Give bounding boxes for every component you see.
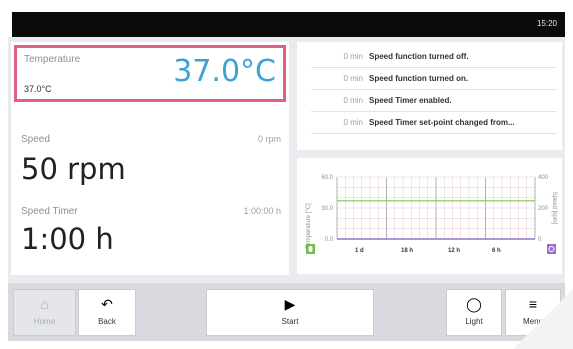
y-left-tick: 30.0 [321,206,333,212]
speed-tile[interactable]: Speed 0 rpm 50 rpm [11,108,289,186]
corner-decoration [513,289,573,349]
start-button[interactable]: ▶ Start [206,289,374,336]
light-label: Light [465,317,483,326]
log-message: Speed function turned off. [369,52,469,61]
y-right-tick: 0 [538,237,542,243]
speed-icon [547,244,556,254]
temperature-label: Temperature [24,54,81,65]
light-button[interactable]: ◯ Light [446,289,502,336]
temperature-setpoint: 37.0°C [24,84,52,94]
chart-grid [336,176,536,240]
thermometer-icon-glyph [308,246,313,252]
log-row: 0 min Speed Timer enabled. [311,90,557,112]
home-label: Home [33,317,56,326]
status-bar: 15:20 [12,12,565,37]
log-message: Speed Timer set-point changed from... [369,118,515,127]
event-log[interactable]: 0 min Speed function turned off. 0 min S… [297,42,562,150]
back-arrow-icon: ↶ [101,296,113,312]
log-time: 0 min [343,52,363,61]
y-left-tick: 60.0 [321,175,333,181]
temperature-value: 37.0°C [173,54,276,89]
y-right-tick: 200 [538,206,549,212]
chart-svg: Temperature [°C] Speed [rpm] 60.0 30.0 0… [306,175,557,254]
log-message: Speed Timer enabled. [369,96,452,105]
speed-timer-tile[interactable]: Speed Timer 1:00:00 h 1:00 h [11,184,289,272]
temperature-tile[interactable]: Temperature 37.0°C 37.0°C [14,45,286,102]
home-icon: ⌂ [40,296,49,312]
log-time: 0 min [343,96,363,105]
main-screen: Temperature 37.0°C 37.0°C Speed 0 rpm 50… [8,37,565,283]
log-time: 0 min [343,74,363,83]
back-label: Back [98,317,116,326]
y-axis-label-left: Temperature [°C] [306,203,312,249]
log-row: 0 min Speed function turned on. [311,68,557,90]
log-row: 0 min Speed Timer set-point changed from… [311,112,557,134]
x-tick: 6 h [492,248,501,254]
home-button[interactable]: ⌂ Home [13,289,76,336]
clock: 15:20 [536,19,557,28]
y-left-tick: 0.0 [325,237,334,243]
speed-timer-current: 1:00:00 h [243,206,281,216]
x-tick: 18 h [401,248,413,254]
back-button[interactable]: ↶ Back [78,289,136,336]
log-row: 0 min Speed function turned off. [311,46,557,68]
parameters-panel: Temperature 37.0°C 37.0°C Speed 0 rpm 50… [11,42,289,275]
y-right-tick: 400 [538,175,549,181]
play-icon: ▶ [284,296,296,312]
log-time: 0 min [343,118,363,127]
y-axis-label-right: Speed [rpm] [551,192,557,225]
log-message: Speed function turned on. [369,74,469,83]
speed-current: 0 rpm [257,134,281,144]
speed-value: 50 rpm [21,152,126,186]
speed-timer-value: 1:00 h [21,222,114,256]
speed-label: Speed [21,134,50,145]
speed-timer-label: Speed Timer [21,206,78,217]
x-tick: 12 h [448,248,460,254]
start-label: Start [281,317,299,326]
history-chart[interactable]: Temperature [°C] Speed [rpm] 60.0 30.0 0… [297,158,562,274]
x-tick: 1 d [355,248,364,254]
lightbulb-icon: ◯ [466,296,482,312]
bottom-toolbar: ⌂ Home ↶ Back ▶ Start ◯ Light ≡ Menu [8,283,565,341]
